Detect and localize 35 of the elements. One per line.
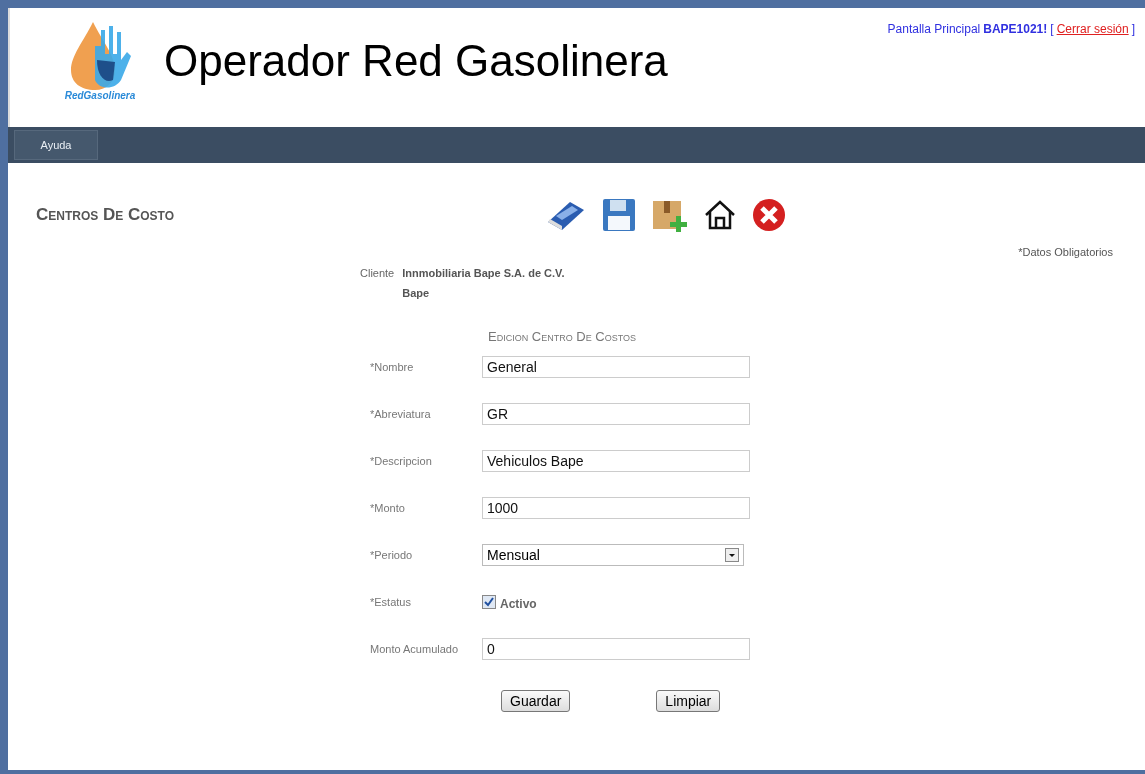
user-name: BAPE1021! bbox=[983, 22, 1048, 36]
field-label: *Monto bbox=[370, 502, 406, 514]
logo-text: RedGasolinera bbox=[64, 90, 136, 101]
client-label: Cliente bbox=[360, 267, 395, 281]
input-field[interactable]: 1000 bbox=[482, 497, 750, 519]
field-label: *Nombre bbox=[370, 361, 415, 373]
input-field[interactable]: 0 bbox=[482, 638, 750, 660]
checkbox[interactable] bbox=[482, 595, 496, 609]
form-title: Edicion Centro De Costos bbox=[488, 329, 637, 344]
input-field[interactable]: General bbox=[482, 356, 750, 378]
caret-icon[interactable] bbox=[725, 548, 739, 562]
field-label: *Estatus bbox=[370, 596, 412, 608]
client-short-name: Bape bbox=[402, 287, 431, 299]
home-icon[interactable] bbox=[704, 200, 736, 230]
clear-button[interactable]: Limpiar bbox=[656, 690, 721, 712]
bracket: [ bbox=[1050, 22, 1054, 36]
save-button[interactable]: Guardar bbox=[501, 690, 571, 712]
field-label: *Abreviatura bbox=[370, 408, 432, 420]
checkbox-label: Activo bbox=[500, 597, 537, 611]
logout-link[interactable]: Cerrar sesión bbox=[1056, 22, 1129, 36]
page-title: Centros De Costo bbox=[36, 205, 176, 225]
bracket: ] bbox=[1131, 22, 1135, 36]
input-field[interactable]: Vehiculos Bape bbox=[482, 450, 750, 472]
field-label: *Periodo bbox=[370, 549, 414, 561]
period-dropdown[interactable]: Mensual bbox=[482, 544, 744, 566]
required-note: *Datos Obligatorios bbox=[1018, 246, 1113, 258]
app-title: Operador Red Gasolinera bbox=[164, 36, 668, 86]
screen-label: Pantalla Principal bbox=[887, 22, 981, 36]
input-field[interactable]: GR bbox=[482, 403, 750, 425]
package-add-icon[interactable] bbox=[652, 198, 688, 232]
client-name: Innmobiliaria Bape S.A. de C.V. bbox=[402, 267, 565, 279]
menu-item[interactable]: Ayuda bbox=[14, 130, 98, 160]
field-label: *Descripcion bbox=[370, 455, 433, 467]
close-icon[interactable] bbox=[752, 198, 786, 232]
field-label: Monto Acumulado bbox=[370, 643, 460, 655]
